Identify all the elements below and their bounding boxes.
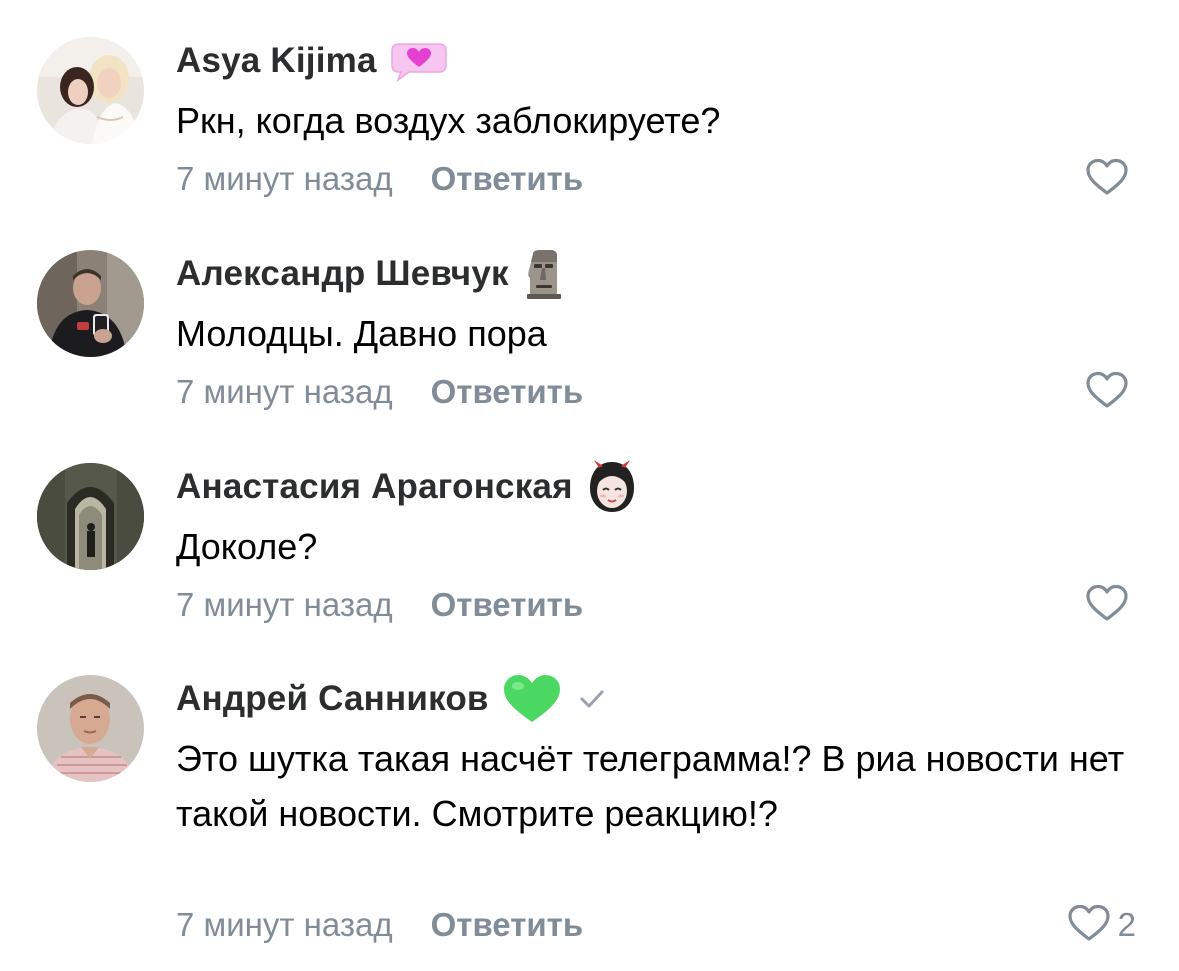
author-name[interactable]: Александр Шевчук xyxy=(176,254,509,294)
reply-button[interactable]: Ответить xyxy=(431,373,584,411)
avatar-photo-two-girls xyxy=(37,37,144,144)
author-row: Александр Шевчук xyxy=(176,248,565,300)
heart-outline-icon xyxy=(1084,583,1130,628)
pink-heart-speech-bubble-icon xyxy=(389,40,449,83)
comment-timestamp: 7 минут назад xyxy=(176,373,393,410)
heart-outline-icon xyxy=(1084,370,1130,415)
like-button[interactable] xyxy=(1084,157,1136,201)
reply-button[interactable]: Ответить xyxy=(431,906,584,944)
heart-outline-icon xyxy=(1066,903,1112,948)
anime-devil-girl-sticker-icon xyxy=(585,458,639,516)
avatar-photo-stone-arch xyxy=(37,463,144,570)
like-button[interactable] xyxy=(1084,370,1136,414)
avatar[interactable] xyxy=(37,675,144,782)
avatar-photo-man-selfie xyxy=(37,250,144,357)
avatar[interactable] xyxy=(37,37,144,144)
green-heart-icon xyxy=(501,672,563,726)
like-count: 2 xyxy=(1117,906,1136,943)
avatar[interactable] xyxy=(37,250,144,357)
comment-timestamp: 7 минут назад xyxy=(176,586,393,623)
author-row: Asya Kijima xyxy=(176,37,449,85)
heart-outline-icon xyxy=(1084,157,1130,202)
avatar[interactable] xyxy=(37,463,144,570)
avatar-photo-man-portrait xyxy=(37,675,144,782)
comment-meta: 7 минут назад Ответить xyxy=(176,583,583,627)
reply-button[interactable]: Ответить xyxy=(431,160,584,198)
like-button[interactable] xyxy=(1084,583,1136,627)
comment-text: Молодцы. Давно пора xyxy=(176,313,547,354)
author-name[interactable]: Анастасия Арагонская xyxy=(176,467,573,507)
comment-timestamp: 7 минут назад xyxy=(176,160,393,197)
moai-icon xyxy=(521,248,565,300)
author-row: Андрей Санников xyxy=(176,675,607,723)
verified-check-icon xyxy=(577,687,607,711)
comment-text: Доколе? xyxy=(176,526,318,567)
comment-text: Это шутка такая насчёт телеграмма!? В ри… xyxy=(176,738,1125,834)
comment-text: Ркн, когда воздух заблокируете? xyxy=(176,100,721,141)
reply-button[interactable]: Ответить xyxy=(431,586,584,624)
author-row: Анастасия Арагонская xyxy=(176,460,639,512)
comment-meta: 7 минут назад Ответить xyxy=(176,370,583,414)
comment-timestamp: 7 минут назад xyxy=(176,906,393,943)
comment-meta: 7 минут назад Ответить xyxy=(176,903,583,947)
like-button[interactable]: 2 xyxy=(1066,903,1136,947)
author-name[interactable]: Asya Kijima xyxy=(176,41,377,81)
comment-meta: 7 минут назад Ответить xyxy=(176,157,583,201)
author-name[interactable]: Андрей Санников xyxy=(176,679,489,719)
